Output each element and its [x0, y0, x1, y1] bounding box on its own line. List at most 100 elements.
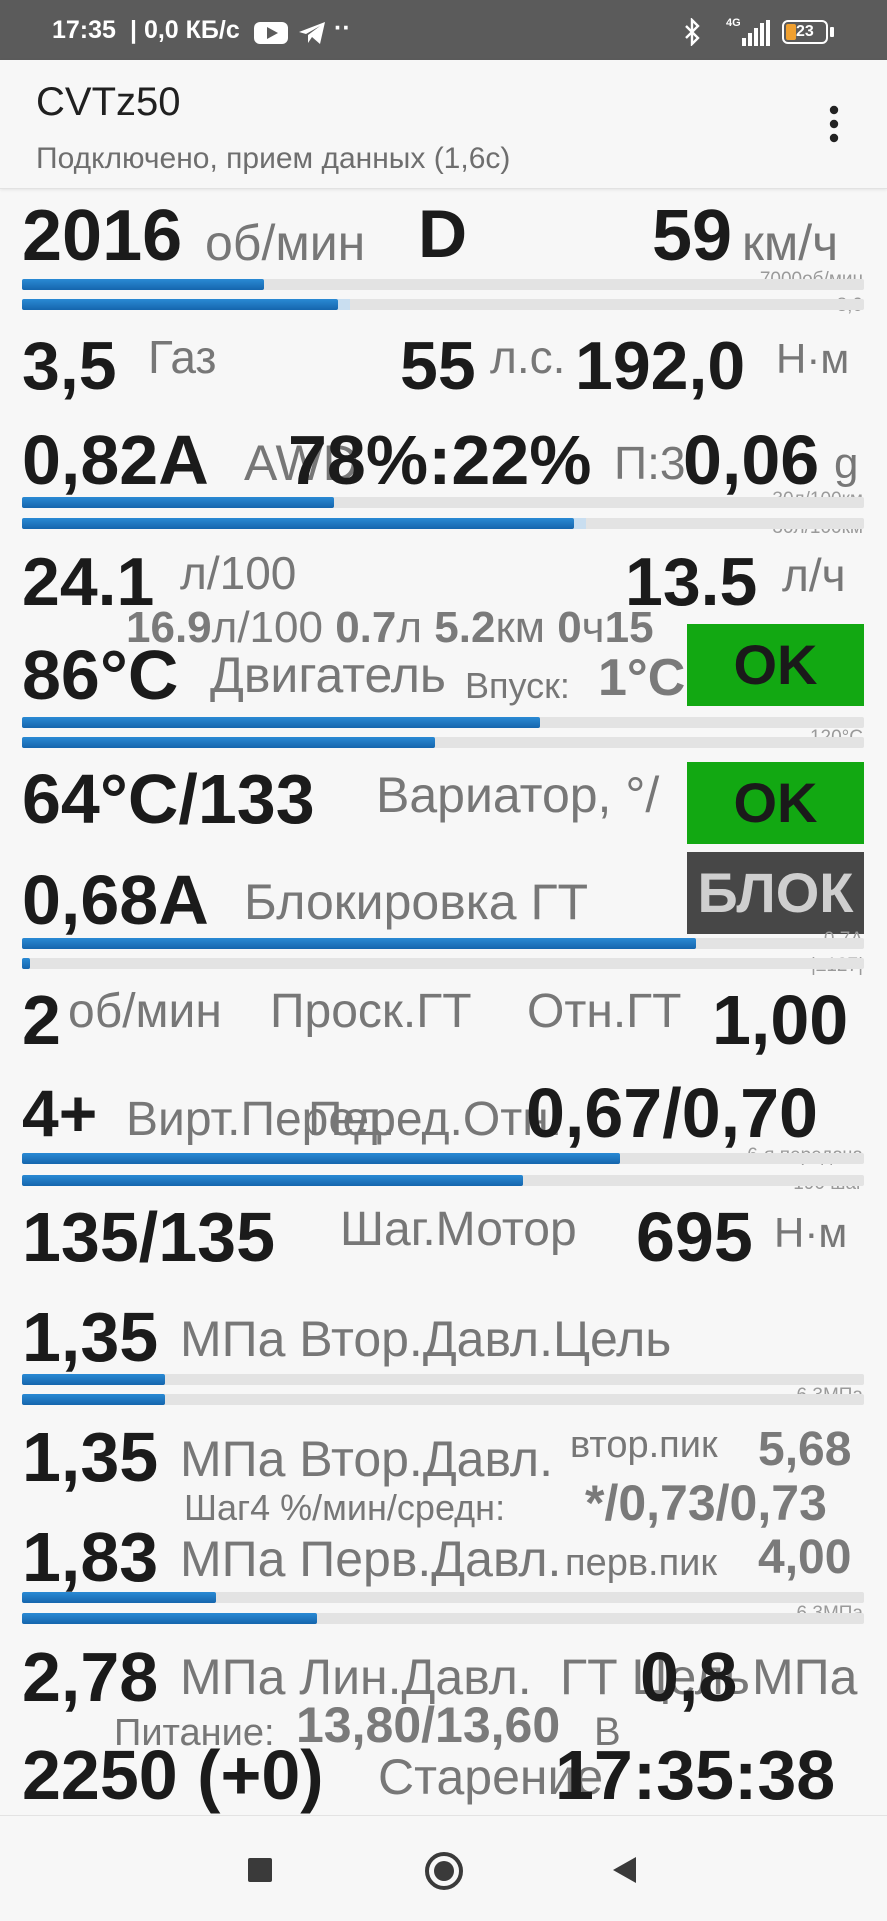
app-bar: CVTz50 Подключено, прием данных (1,6с) — [0, 60, 887, 189]
gear-mode: D — [418, 196, 468, 272]
step-rate-values: */0,73/0,73 — [585, 1475, 827, 1531]
speed-bar — [22, 299, 864, 310]
intake-value: 1°C — [598, 649, 686, 707]
hp-value: 55 — [400, 328, 476, 404]
rpm-unit: об/мин — [205, 215, 366, 271]
trip-hours-unit: ч — [581, 603, 605, 652]
aging-value: 2250 (+0) — [22, 1736, 324, 1814]
fuel-bar-2 — [22, 518, 864, 529]
overflow-menu-icon[interactable] — [828, 104, 840, 144]
lockup-label: Блокировка ГТ — [244, 874, 589, 930]
engine-status-badge: OK — [687, 624, 864, 706]
lockup-bar-1 — [22, 938, 864, 949]
gear-bar-2 — [22, 1175, 864, 1186]
g-unit: g — [834, 439, 859, 488]
converter-target: 0,8 — [640, 1638, 738, 1716]
converter-ratio: 1,00 — [712, 981, 849, 1059]
lockup-bar-2-fill — [22, 958, 31, 969]
pri-bar-2-fill — [22, 1613, 317, 1624]
fuel-bar-1 — [22, 497, 864, 508]
recents-button[interactable] — [248, 1858, 272, 1882]
pri-bar-1 — [22, 1592, 864, 1603]
virtual-gear-value: 4+ — [22, 1076, 98, 1150]
sec-bar-1-fill — [22, 1374, 166, 1385]
speed-unit: км/ч — [742, 215, 839, 271]
gear-bar-1-fill — [22, 1153, 620, 1164]
battery-icon: 23 — [782, 20, 828, 44]
converter-target-unit: МПа — [752, 1649, 858, 1705]
step-torque-unit: Н·м — [774, 1209, 848, 1256]
awd-current: 0,82A — [22, 421, 209, 499]
bluetooth-icon — [685, 18, 700, 46]
cvt-status-badge: OK — [687, 762, 864, 844]
sec-target-value: 1,35 — [22, 1298, 159, 1376]
gas-label: Газ — [148, 331, 217, 383]
trip-liters-unit: л — [396, 603, 423, 652]
youtube-icon — [254, 22, 288, 44]
lockup-bar-2 — [22, 958, 864, 969]
pri-bar-1-fill — [22, 1592, 216, 1603]
sec-label: МПа Втор.Давл. — [180, 1431, 553, 1487]
sec-value: 1,35 — [22, 1418, 159, 1496]
torque-unit: Н·м — [776, 335, 850, 382]
speed-bar-shade — [337, 299, 351, 310]
sec-peak-label: втор.пик — [570, 1424, 718, 1466]
g-value: 0,06 — [683, 421, 820, 499]
hp-unit: л.с. — [490, 331, 566, 383]
lockup-current: 0,68A — [22, 861, 209, 939]
connection-status: Подключено, прием данных (1,6с) — [36, 142, 511, 175]
status-more-dots: ·· — [334, 14, 351, 42]
pri-label: МПа Перв.Давл. — [180, 1531, 562, 1587]
line-pressure-value: 2,78 — [22, 1638, 159, 1716]
slip-value: 2 — [22, 981, 61, 1059]
trip-minutes: 15 — [604, 603, 654, 652]
sec-bar-2-fill — [22, 1394, 166, 1405]
lockup-status-badge: БЛОК — [687, 852, 864, 934]
status-time: 17:35 — [52, 16, 116, 44]
back-button[interactable] — [610, 1855, 640, 1885]
engine-temp: 86°C — [22, 636, 179, 714]
sec-bar-1 — [22, 1374, 864, 1385]
sec-bar-2 — [22, 1394, 864, 1405]
cvt-label: Вариатор, °/ — [376, 767, 660, 823]
slip-label: Проск.ГТ — [270, 985, 472, 1038]
rpm-bar-fill — [22, 279, 265, 290]
engine-bar-1 — [22, 717, 864, 728]
trip-km-unit: км — [495, 603, 545, 652]
trip-liters: 0.7 — [335, 603, 397, 652]
engine-label: Двигатель — [210, 647, 446, 703]
lockup-bar-1-fill — [22, 938, 696, 949]
converter-ratio-label: Отн.ГТ — [527, 985, 682, 1038]
intake-label: Впуск: — [465, 665, 570, 706]
app-title: CVTz50 — [36, 80, 181, 124]
battery-tip — [830, 27, 834, 37]
fuel-hourly-unit: л/ч — [782, 549, 846, 601]
torque-value: 192,0 — [575, 328, 746, 404]
home-button[interactable] — [423, 1850, 465, 1892]
speed-value: 59 — [652, 196, 733, 276]
status-bar: 17:35 | 0,0 КБ/с ·· 4G 23 — [0, 0, 887, 60]
rpm-bar — [22, 279, 864, 290]
gas-value: 3,5 — [22, 328, 117, 404]
trip-hours: 0 — [557, 603, 582, 652]
pri-bar-2 — [22, 1613, 864, 1624]
step-rate-label: Шаг4 %/мин/средн: — [184, 1487, 506, 1528]
trip-km: 5.2 — [434, 603, 496, 652]
step-torque: 695 — [636, 1198, 753, 1276]
step-motor-label: Шаг.Мотор — [340, 1203, 577, 1256]
signal-icon — [742, 20, 770, 46]
speed-bar-fill — [22, 299, 338, 310]
network-type: 4G — [726, 17, 741, 29]
rpm-value: 2016 — [22, 196, 183, 276]
clock-value: 17:35:38 — [555, 1736, 836, 1814]
cvt-temp: 64°C/133 — [22, 760, 315, 838]
gear-bar-2-fill — [22, 1175, 523, 1186]
fuel-bar-1-fill — [22, 497, 334, 508]
engine-bar-2-fill — [22, 737, 435, 748]
fuel-bar-2-fill — [22, 518, 574, 529]
engine-bar-2 — [22, 737, 864, 748]
telegram-icon — [299, 22, 325, 44]
trip-avg-unit: л/100 — [211, 603, 323, 652]
pri-value: 1,83 — [22, 1518, 159, 1596]
gear-ratio-label: Перед.Отн. — [308, 1093, 563, 1146]
